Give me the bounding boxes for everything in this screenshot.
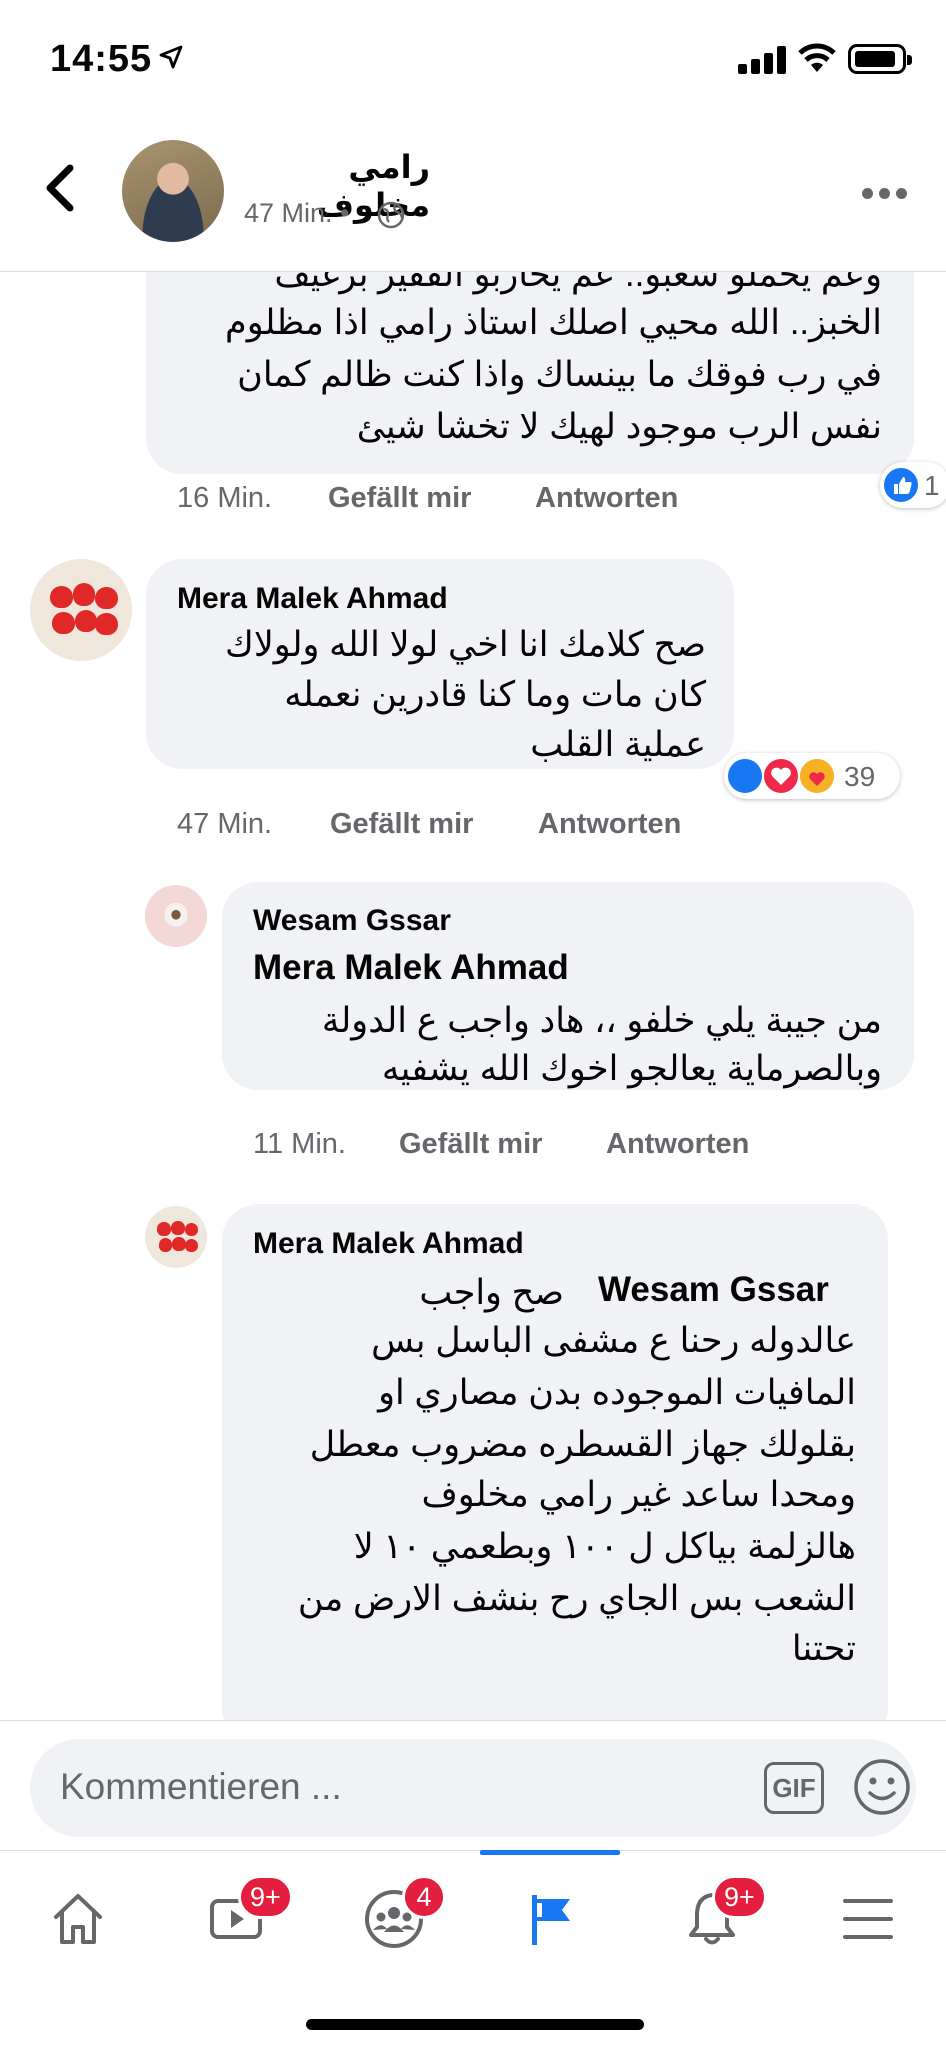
comment-text-line: من جيبة يلي خلفو ،، هاد واجب ع الدولة (321, 1001, 882, 1040)
gif-button[interactable]: GIF (764, 1762, 824, 1814)
commenter-name[interactable]: Mera Malek Ahmad (253, 1227, 524, 1261)
wifi-icon (798, 43, 836, 72)
menu-icon (843, 1899, 893, 1939)
comment-text-line: هالزلمة بياكل ل ١٠٠ وبطعمي ١٠ لا (353, 1527, 856, 1566)
globe-icon (377, 201, 405, 229)
comment-text-line: كان مات وما كنا قادرين نعمله (284, 675, 706, 714)
reply-link[interactable]: Antworten (535, 482, 678, 515)
tab-menu[interactable] (818, 1869, 918, 1959)
author-avatar[interactable] (122, 140, 224, 242)
commenter-avatar[interactable] (145, 885, 207, 947)
comment-text-line: نفس الرب موجود لهيك لا تخشا شيئ (356, 407, 882, 446)
mention-tag[interactable]: Wesam Gssar (598, 1270, 829, 1310)
comment-text-line: عملية القلب (530, 725, 706, 764)
comment-text-line: في رب فوقك ما بينساك واذا كنت ظالم كمان (237, 355, 882, 394)
bottom-tab-bar: 9+ 4 9+ (0, 1850, 946, 2048)
like-reaction-icon (726, 757, 764, 795)
comment-text-line: عالدوله رحنا ع مشفى الباسل بس (371, 1321, 856, 1360)
home-indicator[interactable] (306, 2019, 644, 2030)
comment-input[interactable]: Kommentieren ... GIF (30, 1739, 916, 1837)
reaction-summary[interactable]: 39 (724, 753, 900, 799)
reaction-count: 1 (924, 470, 940, 501)
commenter-avatar[interactable] (145, 1206, 207, 1268)
comment-text-line: صح واجب (419, 1273, 564, 1312)
battery-icon (848, 44, 912, 74)
notification-badge: 9+ (712, 1875, 767, 1919)
mention-tag[interactable]: Mera Malek Ahmad (253, 948, 569, 988)
location-arrow-icon (159, 45, 183, 69)
tab-home[interactable] (28, 1869, 128, 1959)
like-reaction-icon (882, 466, 920, 504)
post-time: 47 Min. • (244, 198, 350, 228)
comment-text-line: المافيات الموجوده بدن مصاري او (378, 1373, 856, 1412)
commenter-avatar[interactable] (30, 559, 132, 661)
notification-badge: 4 (402, 1875, 446, 1919)
love-reaction-icon (762, 757, 800, 795)
care-reaction-icon (798, 757, 836, 795)
comment-text-line: بقلولك جهاز القسطره مضروب معطل (309, 1425, 856, 1464)
comment-time: 16 Min. (177, 482, 273, 514)
reply-link[interactable]: Antworten (606, 1128, 749, 1161)
more-options-button[interactable] (862, 188, 908, 200)
notification-badge: 9+ (238, 1875, 293, 1919)
commenter-name[interactable]: Wesam Gssar (253, 904, 451, 938)
comment-text-line: وبالصرماية يعالجو اخوك الله يشفيه (381, 1049, 882, 1088)
tab-pages[interactable] (480, 1850, 620, 1959)
comment-text-line: تحتنا (791, 1629, 856, 1668)
status-time: 14:55 (50, 38, 153, 80)
like-link[interactable]: Gefällt mir (328, 482, 471, 515)
back-button[interactable] (36, 158, 86, 218)
commenter-name[interactable]: Mera Malek Ahmad (177, 582, 448, 616)
tab-video[interactable]: 9+ (186, 1869, 293, 1959)
comment-text-line: ومحدا ساعد غير رامي مخلوف (421, 1475, 857, 1514)
post-header: رامي مخلوف 47 Min. • (0, 110, 946, 272)
comment-time: 11 Min. (253, 1128, 346, 1160)
reply-link[interactable]: Antworten (538, 808, 681, 841)
comment-time: 47 Min. (177, 808, 273, 840)
status-bar: 14:55 (0, 0, 946, 110)
comment-text-line: صح كلامك انا اخي لولا الله ولولاك (224, 625, 706, 664)
smiley-icon[interactable] (852, 1757, 912, 1817)
reaction-summary[interactable]: 1 (880, 462, 946, 508)
comment-list: وعم يحملو شعبو.. عم يحاربو الفقير برغيف … (0, 272, 946, 1720)
comment-text-line: الشعب بس الجاي رح بنشف الارض من (297, 1579, 856, 1618)
like-link[interactable]: Gefällt mir (399, 1128, 542, 1161)
tab-notifications[interactable]: 9+ (662, 1869, 767, 1959)
cellular-signal-icon (738, 46, 788, 74)
like-link[interactable]: Gefällt mir (330, 808, 473, 841)
home-icon (54, 1894, 102, 1944)
pages-flag-icon (532, 1895, 570, 1945)
comment-text-line: الخبز.. الله محيي اصلك استاذ رامي اذا مظ… (225, 303, 882, 342)
comment-text-line: وعم يحملو شعبو.. عم يحاربو الفقير برغيف (274, 272, 882, 294)
reaction-count: 39 (844, 761, 876, 792)
comment-composer: Kommentieren ... GIF (0, 1720, 946, 1850)
comment-input-placeholder: Kommentieren ... (60, 1766, 342, 1807)
tab-groups[interactable]: 4 (344, 1869, 446, 1959)
